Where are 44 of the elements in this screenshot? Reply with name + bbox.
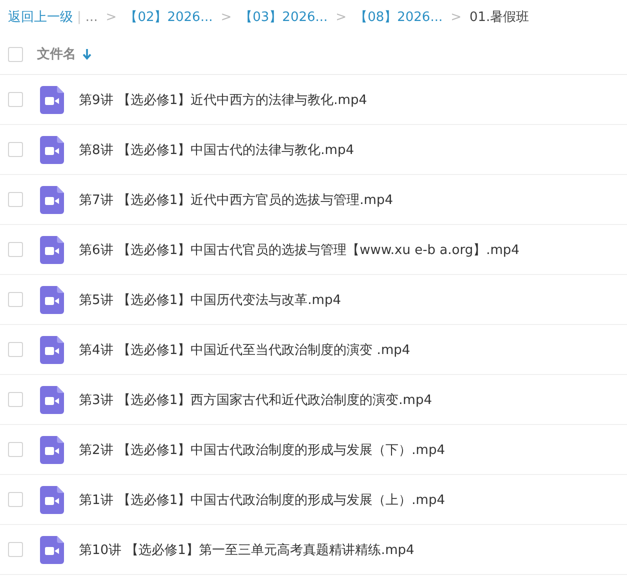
checkbox[interactable]: [8, 46, 23, 62]
breadcrumb-link[interactable]: 【03】2026...: [240, 8, 328, 26]
separator-text: >: [220, 10, 232, 24]
file-name[interactable]: 第4讲 【选必修1】中国近代至当代政治制度的演变 .mp4: [79, 340, 410, 358]
video-file-icon: [40, 436, 64, 464]
ellipsis-text: ...: [85, 10, 98, 24]
separator-text: >: [106, 10, 117, 24]
checkbox[interactable]: [8, 342, 23, 357]
file-name[interactable]: 第3讲 【选必修1】西方国家古代和近代政治制度的演变.mp4: [79, 390, 432, 408]
video-file-icon: [40, 536, 64, 564]
breadcrumb-link[interactable]: 【02】2026...: [124, 8, 213, 26]
separator-text: >: [336, 10, 347, 24]
checkbox[interactable]: [8, 142, 23, 157]
checkbox[interactable]: [8, 292, 23, 307]
sort-arrow-icon[interactable]: [82, 48, 92, 60]
checkbox[interactable]: [8, 242, 23, 257]
video-file-icon: [40, 136, 64, 164]
column-header[interactable]: 文件名: [37, 45, 76, 63]
video-file-icon: [40, 386, 64, 414]
video-file-icon: [40, 336, 64, 364]
file-name[interactable]: 第1讲 【选必修1】中国古代政治制度的形成与发展（上）.mp4: [79, 490, 445, 508]
checkbox[interactable]: [8, 442, 23, 457]
separator-text: >: [450, 10, 462, 24]
checkbox[interactable]: [8, 192, 23, 207]
file-name[interactable]: 第8讲 【选必修1】中国古代的法律与教化.mp4: [79, 140, 354, 158]
video-file-icon: [40, 286, 64, 314]
checkbox[interactable]: [8, 542, 23, 557]
video-file-icon: [40, 486, 64, 514]
file-name[interactable]: 第6讲 【选必修1】中国古代官员的选拔与管理【www.xu e-b a.org】.mp4: [79, 240, 520, 258]
video-file-icon: [40, 236, 64, 264]
checkbox[interactable]: [8, 492, 23, 507]
checkbox[interactable]: [8, 392, 23, 407]
file-name[interactable]: 第2讲 【选必修1】中国古代政治制度的形成与发展（下）.mp4: [79, 440, 445, 458]
video-file-icon: [40, 186, 64, 214]
video-file-icon: [40, 86, 64, 114]
file-name[interactable]: 第7讲 【选必修1】近代中西方官员的选拔与管理.mp4: [79, 190, 393, 208]
divider-text: |: [77, 10, 82, 24]
current-folder: 01.暑假班: [470, 9, 530, 26]
file-name[interactable]: 第10讲 【选必修1】第一至三单元高考真题精讲精练.mp4: [79, 540, 414, 558]
checkbox[interactable]: [8, 92, 23, 107]
file-name[interactable]: 第5讲 【选必修1】中国历代变法与改革.mp4: [79, 290, 341, 308]
file-name[interactable]: 第9讲 【选必修1】近代中西方的法律与教化.mp4: [79, 90, 367, 108]
back-link[interactable]: 返回上一级: [8, 8, 73, 26]
breadcrumb-link[interactable]: 【08】2026...: [354, 8, 443, 26]
